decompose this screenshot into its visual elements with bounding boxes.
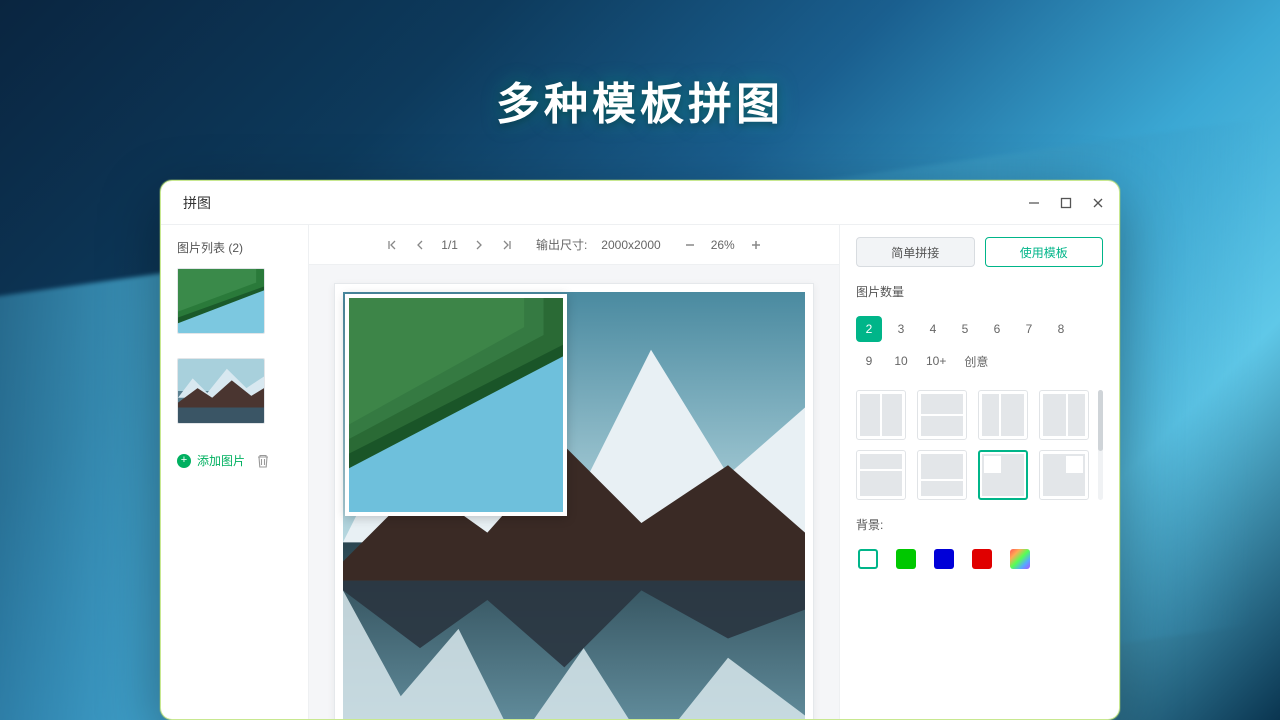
first-page-icon[interactable] [385, 238, 399, 252]
zoom-value: 26% [711, 238, 735, 252]
background-label: 背景: [856, 516, 1103, 533]
template-option-4[interactable] [1039, 390, 1089, 440]
image-list-label: 图片列表 (2) [177, 239, 292, 256]
bg-swatch-white[interactable] [858, 549, 878, 569]
tab-simple-stitch[interactable]: 简单拼接 [856, 237, 975, 267]
output-size-label: 输出尺寸: [536, 236, 587, 253]
image-count-row: 2 3 4 5 6 7 8 9 10 10+ 创意 [856, 316, 1103, 374]
template-scrollbar[interactable] [1098, 390, 1103, 500]
bg-swatch-red[interactable] [972, 549, 992, 569]
overlay-image[interactable] [345, 294, 567, 516]
minimize-button[interactable] [1027, 196, 1041, 210]
count-btn-10[interactable]: 10 [888, 348, 914, 374]
image-thumb-2[interactable] [177, 358, 265, 424]
maximize-button[interactable] [1059, 196, 1073, 210]
prev-page-icon[interactable] [413, 238, 427, 252]
bg-swatch-blue[interactable] [934, 549, 954, 569]
last-page-icon[interactable] [500, 238, 514, 252]
image-thumb-1[interactable] [177, 268, 265, 334]
right-panel: 简单拼接 使用模板 图片数量 2 3 4 5 6 7 8 9 10 10+ 创意 [839, 225, 1119, 719]
toolbar: 1/1 输出尺寸: 2000x2000 26% [309, 225, 839, 265]
window-title: 拼图 [183, 193, 211, 213]
count-btn-8[interactable]: 8 [1048, 316, 1074, 342]
sidebar: 图片列表 (2) + [161, 225, 309, 719]
app-window: 拼图 图片列表 (2) [160, 180, 1120, 720]
plus-icon: + [177, 454, 191, 468]
background-swatches [856, 549, 1103, 569]
template-option-6[interactable] [917, 450, 967, 500]
page-indicator: 1/1 [441, 238, 458, 252]
count-btn-4[interactable]: 4 [920, 316, 946, 342]
output-size-value[interactable]: 2000x2000 [601, 238, 660, 252]
template-option-2[interactable] [917, 390, 967, 440]
hero-title: 多种模板拼图 [496, 68, 784, 132]
template-option-8[interactable] [1039, 450, 1089, 500]
delete-button[interactable] [255, 453, 271, 469]
zoom-in-icon[interactable] [749, 238, 763, 252]
template-grid [856, 390, 1090, 500]
template-option-1[interactable] [856, 390, 906, 440]
count-btn-9[interactable]: 9 [856, 348, 882, 374]
count-btn-7[interactable]: 7 [1016, 316, 1042, 342]
count-btn-10plus[interactable]: 10+ [920, 348, 952, 374]
template-option-3[interactable] [978, 390, 1028, 440]
tab-use-template[interactable]: 使用模板 [985, 237, 1104, 267]
template-option-7[interactable] [978, 450, 1028, 500]
canvas-viewport[interactable] [309, 265, 839, 719]
add-image-button[interactable]: + 添加图片 [177, 452, 245, 469]
count-btn-2[interactable]: 2 [856, 316, 882, 342]
canvas-area: 1/1 输出尺寸: 2000x2000 26% [309, 225, 839, 719]
zoom-out-icon[interactable] [683, 238, 697, 252]
count-btn-5[interactable]: 5 [952, 316, 978, 342]
bg-swatch-custom[interactable] [1010, 549, 1030, 569]
count-btn-creative[interactable]: 创意 [958, 348, 994, 374]
image-count-label: 图片数量 [856, 283, 1103, 300]
template-option-5[interactable] [856, 450, 906, 500]
titlebar: 拼图 [161, 181, 1119, 225]
count-btn-3[interactable]: 3 [888, 316, 914, 342]
window-controls [1027, 196, 1105, 210]
bg-swatch-green[interactable] [896, 549, 916, 569]
count-btn-6[interactable]: 6 [984, 316, 1010, 342]
close-button[interactable] [1091, 196, 1105, 210]
add-image-label: 添加图片 [197, 452, 245, 469]
collage-canvas[interactable] [334, 283, 814, 719]
next-page-icon[interactable] [472, 238, 486, 252]
